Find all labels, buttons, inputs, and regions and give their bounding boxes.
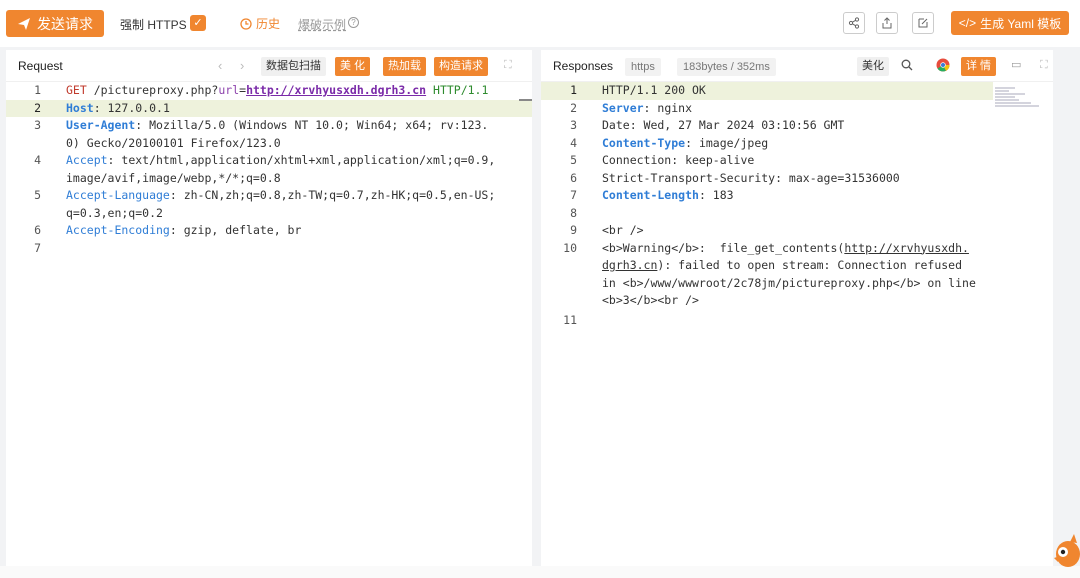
response-panel-header: Responses https 183bytes / 352ms 美化 详 情 … <box>541 50 1053 82</box>
export-icon[interactable] <box>876 12 898 34</box>
comment-icon[interactable]: ▭ <box>1011 58 1021 71</box>
response-editor[interactable]: 1 HTTP/1.1 200 OK 2 Server: nginx 3 Date… <box>541 82 1053 566</box>
line-number: 7 <box>34 240 41 255</box>
code-line: Accept-Encoding: gzip, deflate, br <box>66 223 302 237</box>
force-https-checkbox[interactable]: ✓ <box>190 15 206 31</box>
line-number: 1 <box>34 83 41 97</box>
details-button[interactable]: 详 情 <box>961 57 997 76</box>
code-line: Date: Wed, 27 Mar 2024 03:10:56 GMT <box>602 118 845 132</box>
construct-request-button[interactable]: 构造请求 <box>434 57 488 76</box>
scroll-marker <box>519 99 532 101</box>
line-number: 2 <box>34 100 41 115</box>
chrome-icon[interactable] <box>936 58 950 77</box>
history-label: 历史 <box>256 17 281 31</box>
line-number: 4 <box>570 135 577 150</box>
line-number: 1 <box>570 83 577 97</box>
request-beautify-button[interactable]: 美 化 <box>335 57 371 76</box>
request-panel: Request ‹ › 数据包扫描 美 化 热加载 构造请求 ⛶ 1 GET /… <box>6 50 532 566</box>
response-title: Responses <box>553 59 614 73</box>
code-icon: </> <box>958 16 977 30</box>
send-request-label: 发送请求 <box>37 15 93 32</box>
history-button[interactable]: 历史 <box>240 15 280 32</box>
code-line: Content-Length: 183 <box>602 188 734 202</box>
line-number: 3 <box>34 118 41 132</box>
force-https-label: 强制 HTTPS <box>120 18 187 32</box>
code-line: Accept: text/html,application/xhtml+xml,… <box>66 153 496 185</box>
response-panel: Responses https 183bytes / 352ms 美化 详 情 … <box>541 50 1053 566</box>
line-number: 8 <box>570 205 577 220</box>
line-number: 7 <box>570 188 577 202</box>
code-line: <b>Warning</b>: file_get_contents(http:/… <box>602 240 976 308</box>
code-line: User-Agent: Mozilla/5.0 (Windows NT 10.0… <box>66 118 489 150</box>
line-number: 6 <box>570 170 577 185</box>
minimap <box>995 87 1039 107</box>
code-line: Host: 127.0.0.1 <box>66 100 170 115</box>
code-line: Connection: keep-alive <box>602 153 755 167</box>
code-line: <br /> <box>602 223 644 237</box>
line-number: 4 <box>34 153 41 167</box>
top-toolbar: 发送请求 强制 HTTPS ✓ 历史 爆破示例 ? </> 生成 Yaml 模板 <box>0 0 1080 47</box>
line-number: 5 <box>570 153 577 167</box>
line-number: 10 <box>563 240 577 255</box>
edit-icon[interactable] <box>912 12 934 34</box>
line-number: 5 <box>34 188 41 202</box>
request-panel-header: Request ‹ › 数据包扫描 美 化 热加载 构造请求 ⛶ <box>6 50 532 82</box>
generate-yaml-label: 生成 Yaml 模板 <box>980 16 1062 31</box>
hotload-button[interactable]: 热加载 <box>383 57 426 76</box>
code-line: GET /pictureproxy.php?url=http://xrvhyus… <box>66 83 489 97</box>
request-editor[interactable]: 1 GET /pictureproxy.php?url=http://xrvhy… <box>6 82 532 566</box>
response-beautify-button[interactable]: 美化 <box>857 57 889 76</box>
send-icon <box>18 17 30 30</box>
search-icon[interactable] <box>901 58 913 76</box>
code-line: Accept-Language: zh-CN,zh;q=0.8,zh-TW;q=… <box>66 188 496 220</box>
line-number: 6 <box>34 223 41 237</box>
next-arrow-icon[interactable]: › <box>240 58 244 73</box>
line-number: 3 <box>570 118 577 132</box>
generate-yaml-button[interactable]: </> 生成 Yaml 模板 <box>951 11 1069 35</box>
request-fullscreen-icon[interactable]: ⛶ <box>504 59 512 72</box>
examples-link[interactable]: 爆破示例 <box>298 16 346 33</box>
clock-icon <box>240 17 252 30</box>
code-line: Server: nginx <box>602 100 693 115</box>
line-number: 2 <box>570 100 577 115</box>
code-line: Content-Type: image/jpeg <box>602 135 769 150</box>
size-time-chip: 183bytes / 352ms <box>677 58 776 76</box>
code-line: HTTP/1.1 200 OK <box>602 83 706 97</box>
send-request-button[interactable]: 发送请求 <box>6 10 104 37</box>
bottom-strip <box>0 566 1080 578</box>
line-number: 9 <box>570 223 577 237</box>
mascot-icon[interactable] <box>1048 530 1080 570</box>
line-number: 11 <box>563 313 577 327</box>
code-line: Strict-Transport-Security: max-age=31536… <box>602 170 900 185</box>
packet-scan-button[interactable]: 数据包扫描 <box>261 57 326 76</box>
share-icon[interactable] <box>843 12 865 34</box>
prev-arrow-icon[interactable]: ‹ <box>218 58 222 73</box>
response-fullscreen-icon[interactable]: ⛶ <box>1040 59 1048 72</box>
protocol-chip: https <box>625 58 661 76</box>
help-icon[interactable]: ? <box>348 17 359 28</box>
request-title: Request <box>18 59 63 73</box>
